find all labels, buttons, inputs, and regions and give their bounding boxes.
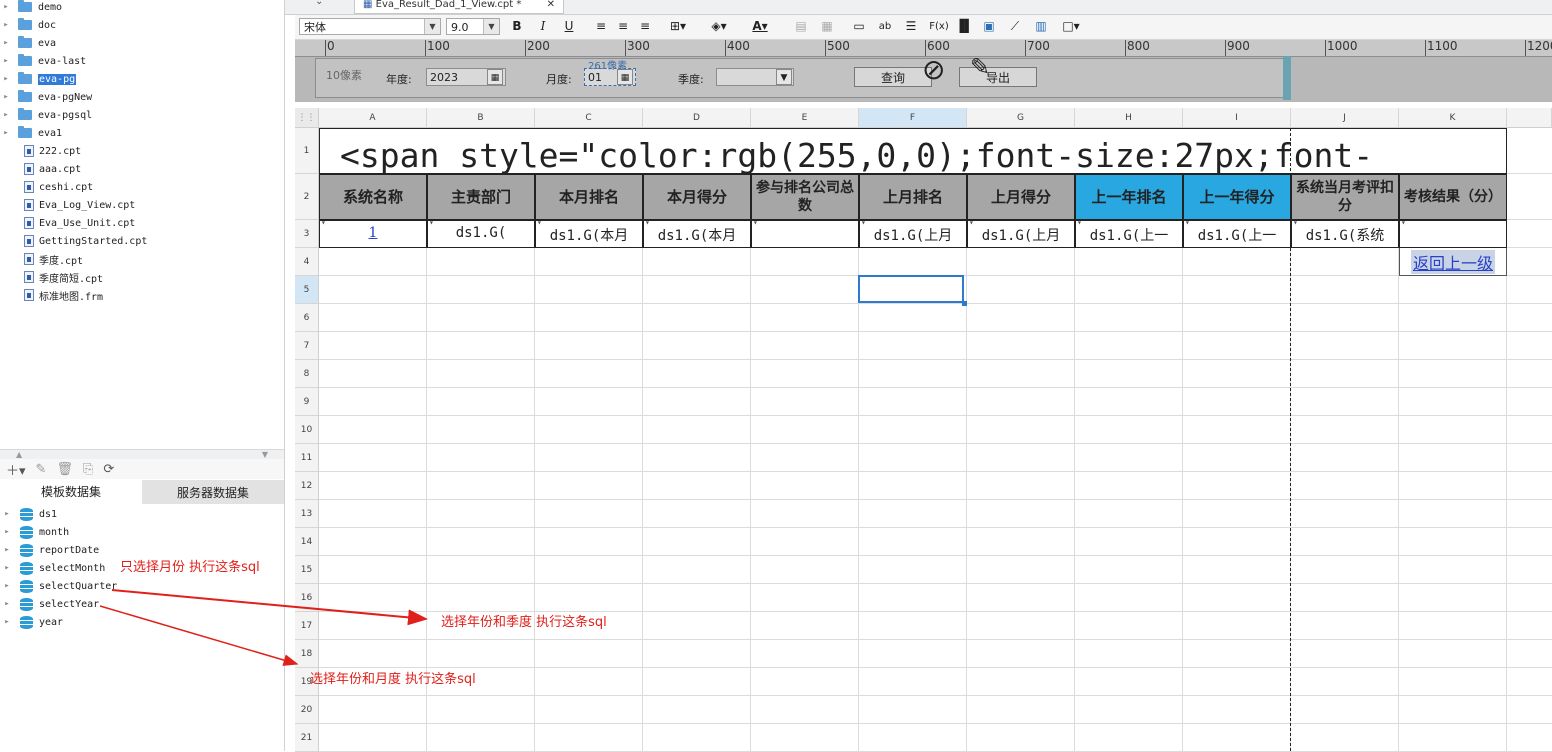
- arrow-quarter: [111, 589, 428, 626]
- arrow-year: [99, 605, 299, 666]
- annotation-arrows: [99, 589, 428, 666]
